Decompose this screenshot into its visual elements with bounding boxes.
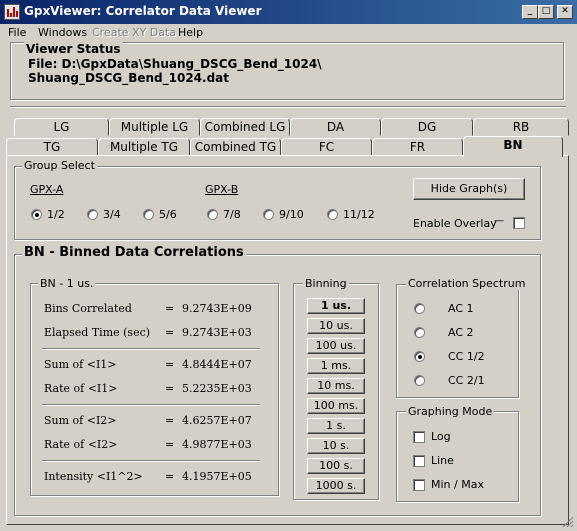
intensity-label: Intensity <I1^2> [44,470,143,483]
gpx-a-label: GPX-A [30,183,64,196]
group-label-7-8: 7/8 [223,208,241,221]
bins-correlated-value: 9.2743E+09 [182,302,252,315]
correlation-spectrum-title: Correlation Spectrum [406,277,528,290]
group-radio-11-12[interactable] [327,209,338,220]
corr-radio-cc21[interactable] [414,375,425,386]
group-radio-1-2[interactable] [31,209,42,220]
bin-1000s-button[interactable]: 1000 s. [307,478,365,494]
tab-fc[interactable]: FC [281,138,372,156]
tab-multiple-tg[interactable]: Multiple TG [98,138,190,156]
group-label-9-10: 9/10 [279,208,304,221]
bin-100ms-button[interactable]: 100 ms. [307,398,365,414]
line-label: Line [431,454,454,467]
rate-i2-eq: = [165,438,175,451]
min-max-checkbox[interactable] [413,479,425,491]
bin-10s-button[interactable]: 10 s. [307,438,365,454]
gpx-b-label: GPX-B [205,183,239,196]
menu-windows[interactable]: Windows [38,26,87,39]
window-title: GpxViewer: Correlator Data Viewer [24,4,262,18]
min-max-label: Min / Max [431,478,484,491]
corr-label-ac2: AC 2 [448,326,474,339]
tab-fr[interactable]: FR [372,138,463,156]
group-radio-7-8[interactable] [207,209,218,220]
group-radio-9-10[interactable] [263,209,274,220]
bin-100s-button[interactable]: 100 s. [307,458,365,474]
group-label-11-12: 11/12 [343,208,375,221]
enable-overlay-checkbox[interactable] [513,217,525,229]
close-button[interactable]: ✕ [557,5,573,19]
tab-tg[interactable]: TG [6,138,98,156]
corr-radio-ac2[interactable] [414,327,425,338]
menu-create-xy-data[interactable]: Create XY Data [92,26,176,39]
bin-1ms-button[interactable]: 1 ms. [307,358,365,374]
corr-label-cc12: CC 1/2 [448,350,485,363]
bin-100us-button[interactable]: 100 us. [307,338,365,354]
stats-separator [42,404,260,406]
group-radio-5-6[interactable] [143,209,154,220]
graphing-mode-title: Graphing Mode [406,405,495,418]
minimize-button[interactable]: _ [522,5,538,19]
corr-label-ac1: AC 1 [448,302,474,315]
elapsed-time-value: 9.2743E+03 [182,326,252,339]
maximize-button[interactable]: □ [538,5,554,19]
tab-combined-tg[interactable]: Combined TG [190,138,281,156]
rate-i2-label: Rate of <I2> [44,438,118,451]
corr-radio-cc12[interactable] [414,351,425,362]
log-label: Log [431,430,451,443]
intensity-value: 4.1957E+05 [182,470,252,483]
stats-separator [42,348,260,350]
bin-1us-button[interactable]: 1 us. [307,298,365,314]
binning-title: Binning [303,277,349,290]
tab-da[interactable]: DA [290,118,381,136]
enable-overlay-label: Enable Overlay [413,217,497,230]
app-icon[interactable] [4,4,20,20]
status-file-line2: Shuang_DSCG_Bend_1024.dat [28,71,230,85]
divider [10,106,566,108]
group-label-5-6: 5/6 [159,208,177,221]
overlay-dash: ---- [494,216,504,226]
intensity-eq: = [165,470,175,483]
sum-i1-label: Sum of <I1> [44,358,117,371]
tab-combined-lg[interactable]: Combined LG [200,118,290,136]
sum-i2-value: 4.6257E+07 [182,414,252,427]
resize-grip-icon[interactable] [562,516,574,528]
corr-radio-ac1[interactable] [414,303,425,314]
group-select-title: Group Select [22,159,97,172]
group-radio-3-4[interactable] [87,209,98,220]
menu-file[interactable]: File [8,26,26,39]
stats-title: BN - 1 us. [38,277,96,290]
rate-i1-eq: = [165,382,175,395]
menu-help[interactable]: Help [178,26,203,39]
tab-multiple-lg[interactable]: Multiple LG [109,118,200,136]
elapsed-time-eq: = [165,326,175,339]
tab-rb[interactable]: RB [473,118,569,136]
bin-10us-button[interactable]: 10 us. [307,318,365,334]
sum-i1-value: 4.8444E+07 [182,358,252,371]
bin-1s-button[interactable]: 1 s. [307,418,365,434]
corr-label-cc21: CC 2/1 [448,374,485,387]
bin-10ms-button[interactable]: 10 ms. [307,378,365,394]
bins-correlated-label: Bins Correlated [44,302,132,315]
bn-section-title: BN - Binned Data Correlations [22,245,246,260]
tab-dg[interactable]: DG [381,118,473,136]
tab-bn[interactable]: BN [463,136,563,157]
stats-separator [42,460,260,462]
group-label-3-4: 3/4 [103,208,121,221]
hide-graphs-button[interactable]: Hide Graph(s) [413,178,525,200]
viewer-status-title: Viewer Status [24,42,123,56]
log-checkbox[interactable] [413,431,425,443]
bins-correlated-eq: = [165,302,175,315]
line-checkbox[interactable] [413,455,425,467]
rate-i1-value: 5.2235E+03 [182,382,252,395]
elapsed-time-label: Elapsed Time (sec) [44,326,151,339]
group-label-1-2: 1/2 [47,208,65,221]
rate-i2-value: 4.9877E+03 [182,438,252,451]
tab-lg[interactable]: LG [14,118,109,136]
sum-i2-label: Sum of <I2> [44,414,117,427]
sum-i1-eq: = [165,358,175,371]
status-file-line1: File: D:\GpxData\Shuang_DSCG_Bend_1024\ [28,57,322,71]
rate-i1-label: Rate of <I1> [44,382,118,395]
sum-i2-eq: = [165,414,175,427]
